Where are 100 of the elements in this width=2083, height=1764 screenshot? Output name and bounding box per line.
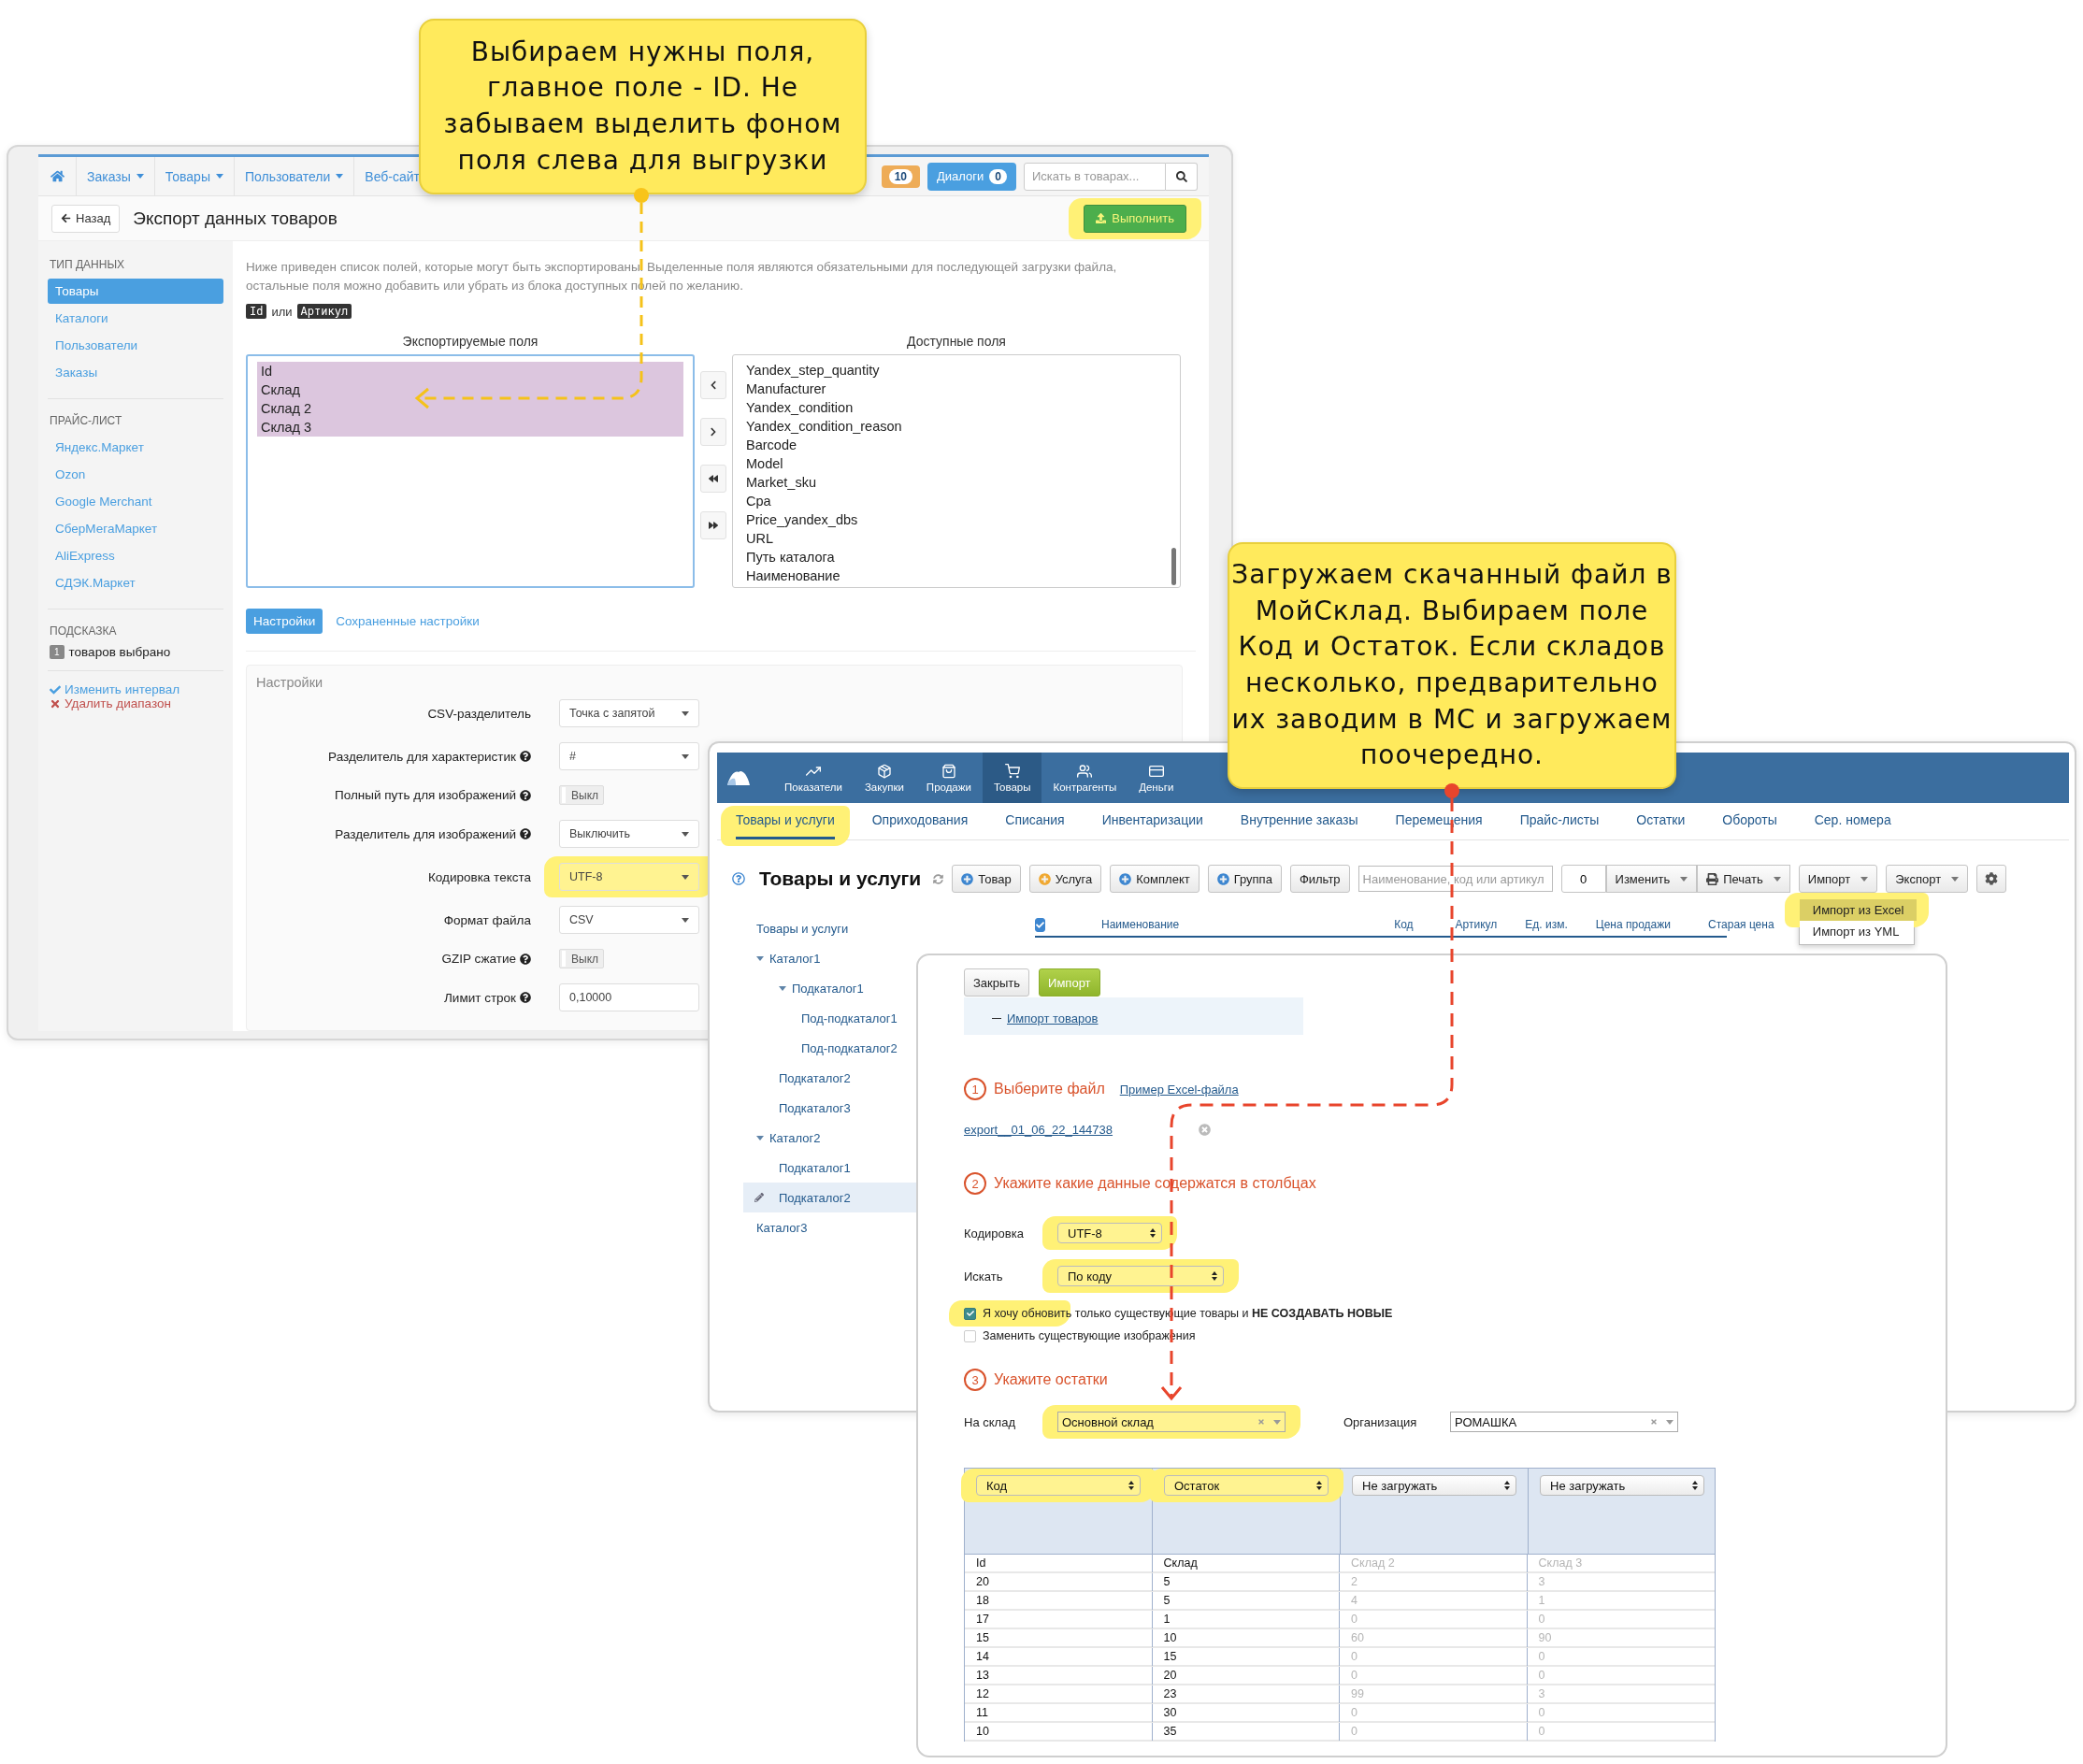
available-fields-list[interactable]: Yandex_step_quantity Manufacturer Yandex_condition Yandex_condition_reason Barcode Model Market_sku Cpa Price_yandex_dbs URL Путь каталога Наименование — [732, 354, 1181, 589]
list-item[interactable]: Manufacturer — [742, 380, 1171, 399]
create-button[interactable]: Товар — [952, 865, 1021, 893]
nav-tab[interactable]: Товары — [982, 753, 1042, 803]
select-field[interactable]: UTF-8 — [559, 863, 699, 892]
checkbox[interactable] — [1035, 917, 1045, 932]
notification-badge[interactable]: 10 — [881, 165, 921, 188]
warehouse-field[interactable]: Основной склад — [1057, 1412, 1286, 1432]
sample-link[interactable]: Пример Excel-файла — [1119, 1082, 1239, 1097]
exported-fields-list[interactable]: Id Склад Склад 2 Склад 3 — [246, 354, 695, 589]
clear-icon[interactable] — [1257, 1418, 1265, 1426]
settings-button[interactable] — [1976, 865, 2007, 893]
dialogs-button[interactable]: Диалоги 0 — [927, 162, 1016, 191]
list-item[interactable]: Yandex_condition_reason — [742, 417, 1171, 437]
organization-field[interactable]: РОМАШКА — [1450, 1412, 1678, 1432]
menu-button[interactable]: Экспорт — [1886, 865, 1969, 893]
list-item[interactable]: Yandex_step_quantity — [742, 361, 1171, 380]
list-item[interactable]: Yandex_condition — [742, 398, 1171, 418]
menu-item[interactable]: Импорт из YML — [1799, 921, 1914, 942]
toggle-switch[interactable]: Выкл — [559, 949, 604, 969]
menu-button[interactable]: Импорт — [1798, 865, 1878, 893]
sub-tab[interactable]: Прайс-листы — [1519, 803, 1600, 839]
search-field[interactable]: Искать в товарах... — [1024, 162, 1166, 191]
sub-tab[interactable]: Инвентаризации — [1101, 803, 1203, 839]
nav-tab[interactable]: Показатели — [773, 753, 854, 803]
select-field[interactable]: CSV — [559, 906, 699, 935]
nav-tab[interactable]: Деньги — [1128, 753, 1185, 803]
column-select[interactable]: Код — [976, 1475, 1141, 1496]
sub-tab[interactable]: Оприходования — [871, 803, 969, 839]
filter-button[interactable]: Фильтр — [1289, 865, 1350, 893]
refresh-icon[interactable] — [933, 873, 944, 884]
caret-icon[interactable] — [779, 985, 786, 991]
sub-tab[interactable]: Списания — [1005, 803, 1065, 839]
tree-item[interactable]: Каталог3 — [756, 1220, 808, 1235]
close-button[interactable]: Закрыть — [964, 968, 1030, 997]
remove-icon[interactable] — [1199, 1124, 1212, 1136]
list-item[interactable]: URL — [742, 529, 1171, 549]
scrollbar[interactable] — [1171, 548, 1176, 586]
list-item[interactable]: Id — [257, 362, 683, 381]
nav-tab[interactable]: Контрагенты — [1042, 753, 1128, 803]
nav-tab[interactable]: Закупки — [853, 753, 915, 803]
tree-item[interactable]: Подкаталог1 — [792, 981, 864, 996]
list-item[interactable]: Model — [742, 454, 1171, 474]
caret-icon[interactable] — [756, 1135, 764, 1140]
input-field[interactable]: 0,10000 — [559, 983, 699, 1012]
column-header[interactable]: Код — [1394, 918, 1414, 931]
list-item[interactable]: Наименование — [742, 566, 1171, 586]
tree-item[interactable]: Подкаталог1 — [779, 1160, 851, 1175]
tree-item[interactable]: Подкаталог2 — [779, 1070, 851, 1085]
select-field[interactable]: # — [559, 742, 699, 771]
list-item[interactable]: Cpa — [742, 492, 1171, 511]
list-item[interactable]: Путь каталога — [742, 548, 1171, 567]
create-button[interactable]: Услуга — [1028, 865, 1102, 893]
list-item[interactable]: Market_sku — [742, 473, 1171, 493]
file-link[interactable]: export__01_06_22_144738 — [964, 1123, 1113, 1137]
tree-item[interactable]: Каталог1 — [769, 951, 821, 966]
tree-item[interactable]: Под-подкаталог1 — [801, 1011, 898, 1025]
select-field[interactable]: UTF-8 — [1057, 1223, 1162, 1243]
caret-icon[interactable] — [756, 955, 764, 961]
tree-item[interactable]: Под-подкаталог2 — [801, 1040, 898, 1055]
list-item[interactable]: Склад 3 — [257, 418, 683, 437]
menu-button[interactable]: Изменить — [1605, 865, 1698, 893]
move-all-left-button[interactable] — [700, 465, 726, 494]
select-field[interactable]: Точка с запятой — [559, 699, 699, 728]
sub-tab[interactable]: Перемещения — [1395, 803, 1483, 839]
back-button[interactable]: Назад — [51, 204, 121, 233]
search-button[interactable] — [1166, 162, 1198, 191]
column-select[interactable]: Остаток — [1164, 1475, 1329, 1496]
sub-tab[interactable]: Остатки — [1636, 803, 1686, 839]
select-field[interactable]: По коду — [1057, 1266, 1224, 1286]
toggle-switch[interactable]: Выкл — [559, 785, 604, 806]
create-button[interactable]: Комплект — [1110, 865, 1200, 893]
menu-button[interactable]: Печать — [1697, 865, 1790, 893]
sub-tab[interactable]: Обороты — [1722, 803, 1777, 839]
column-header[interactable]: Ед. изм. — [1525, 918, 1568, 931]
clear-icon[interactable] — [1650, 1418, 1658, 1426]
column-header[interactable]: Наименование — [1101, 918, 1180, 931]
sub-tab[interactable]: Сер. номера — [1814, 803, 1891, 839]
help-icon[interactable] — [732, 872, 745, 885]
list-item[interactable]: Склад 2 — [257, 399, 683, 419]
tree-item[interactable]: Подкаталог3 — [779, 1100, 851, 1115]
tree-item[interactable]: Каталог2 — [769, 1130, 821, 1145]
sub-tab[interactable]: Товары и услуги — [736, 803, 835, 839]
tree-root[interactable]: Товары и услуги — [756, 913, 923, 943]
move-right-button[interactable] — [700, 418, 726, 447]
list-item[interactable]: Price_yandex_dbs — [742, 510, 1171, 530]
column-header[interactable]: Старая цена — [1708, 918, 1774, 931]
sub-tab[interactable]: Внутренние заказы — [1240, 803, 1358, 839]
list-item[interactable]: Barcode — [742, 436, 1171, 455]
move-all-right-button[interactable] — [700, 511, 726, 540]
search-field[interactable]: Наименование, код или артикул — [1358, 866, 1553, 892]
create-button[interactable]: Группа — [1207, 865, 1282, 893]
help-link[interactable]: Импорт товаров — [1007, 1011, 1099, 1025]
action-link[interactable]: Удалить диапазон — [50, 696, 223, 710]
column-header[interactable]: Цена продажи — [1595, 918, 1671, 931]
menu-item[interactable]: Импорт из Excel — [1799, 899, 1918, 921]
move-left-button[interactable] — [700, 371, 726, 400]
column-header[interactable]: Артикул — [1455, 918, 1498, 931]
select-field[interactable]: Выключить — [559, 820, 699, 849]
nav-tab[interactable]: Продажи — [914, 753, 983, 803]
